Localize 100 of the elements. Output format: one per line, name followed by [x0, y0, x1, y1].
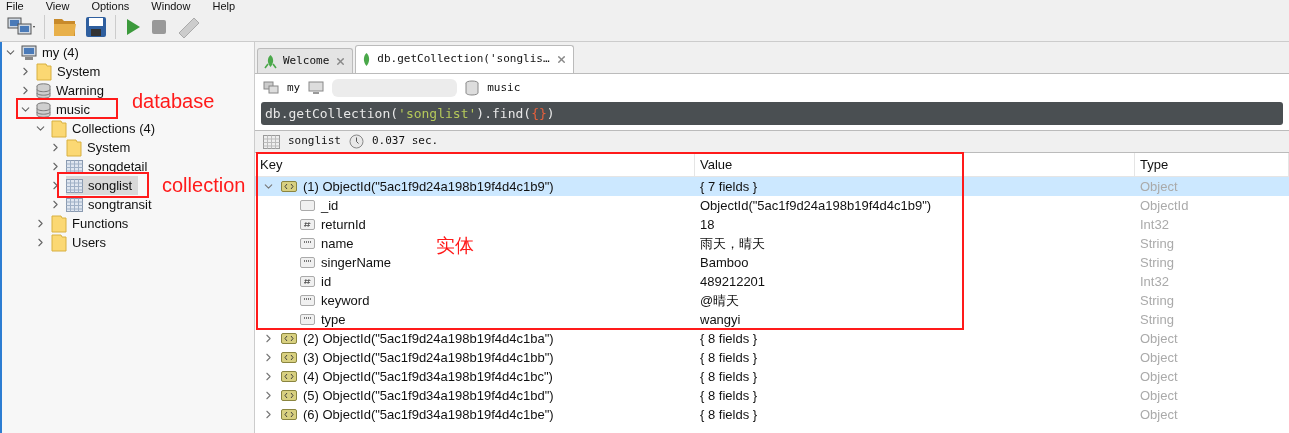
value-cell-text: wangyi — [699, 310, 742, 329]
tree-item[interactable]: music — [36, 100, 96, 119]
folder-icon — [51, 119, 67, 138]
play-icon[interactable] — [124, 16, 142, 37]
leaf-icon — [362, 52, 372, 67]
value-cell-text: 雨天，晴天 — [699, 234, 766, 253]
type-cell-text: Object — [1139, 348, 1179, 367]
menu-item[interactable]: Help — [212, 0, 236, 12]
key-cell-text: (2) ObjectId("5ac1f9d24a198b19f4d4c1ba") — [303, 329, 554, 348]
key-cell-text: (1) ObjectId("5ac1f9d24a198b19f4d4c1b9") — [303, 177, 554, 196]
key-cell-text: id — [321, 272, 332, 291]
value-cell-text: ObjectId("5ac1f9d24a198b19f4d4c1b9") — [699, 196, 933, 215]
annotation-label: collection — [162, 175, 246, 195]
quotes-field-icon — [300, 257, 315, 268]
value-cell-text: { 8 fields } — [699, 367, 759, 386]
value-cell-text: { 8 fields } — [699, 405, 759, 424]
key-cell-text: (4) ObjectId("5ac1f9d34a198b19f4d4c1bc") — [303, 367, 553, 386]
close-icon[interactable] — [555, 54, 567, 65]
key-cell-text: keyword — [321, 291, 370, 310]
document-row[interactable]: (3) ObjectId("5ac1f9d24a198b19f4d4c1bb") { 8 fields } Object — [255, 348, 1289, 367]
tree-item[interactable]: songlist — [66, 176, 139, 195]
folder-icon — [51, 214, 67, 233]
rocket-leaf-icon — [264, 53, 277, 69]
table-icon — [66, 178, 83, 193]
key-cell-text: singerName — [321, 253, 392, 272]
hash-field-icon — [300, 219, 315, 230]
tab[interactable]: db.getCollection('songlis… — [355, 45, 574, 73]
menu-item[interactable]: View — [45, 0, 70, 12]
key-cell-text: returnId — [321, 215, 366, 234]
tree-item[interactable]: System — [36, 62, 107, 81]
type-cell-text: ObjectId — [1139, 196, 1190, 215]
tab[interactable]: Welcome — [257, 48, 354, 73]
type-cell-text: Object — [1139, 177, 1179, 196]
key-cell-text: (3) ObjectId("5ac1f9d24a198b19f4d4c1bb") — [303, 348, 554, 367]
type-cell-text: String — [1139, 291, 1175, 310]
collection-name: songlist — [288, 133, 341, 150]
folder-icon — [66, 138, 82, 157]
server-label: my — [287, 79, 301, 96]
document-row[interactable]: (6) ObjectId("5ac1f9d34a198b19f4d4c1be") { 8 fields } Object — [255, 405, 1289, 424]
document-row[interactable]: (1) ObjectId("5ac1f9d24a198b19f4d4c1b9") { 7 fields } Object — [255, 177, 1289, 196]
braces-document-icon — [281, 181, 297, 192]
menu-item[interactable]: Options — [91, 0, 130, 12]
database-label: music — [487, 79, 521, 96]
tree-item[interactable]: Users — [51, 233, 112, 252]
tree-item[interactable]: songtransit — [66, 195, 158, 214]
value-cell-text: Bamboo — [699, 253, 750, 272]
type-cell-text: Int32 — [1139, 272, 1170, 291]
close-icon[interactable] — [335, 55, 347, 67]
monitor-icon — [308, 81, 325, 95]
braces-document-icon — [281, 409, 297, 420]
folder-icon — [36, 62, 52, 81]
type-cell-text: String — [1139, 234, 1175, 253]
table-icon — [66, 197, 83, 212]
tree-item[interactable]: my (4) — [21, 43, 85, 62]
braces-document-icon — [281, 371, 297, 382]
tree-item[interactable]: System — [66, 138, 137, 157]
quotes-field-icon — [300, 314, 315, 325]
floppy-disk-save-icon[interactable] — [85, 15, 107, 38]
key-cell-text: name — [321, 234, 354, 253]
query-token: {} — [531, 104, 547, 123]
type-cell-text: String — [1139, 253, 1175, 272]
value-cell-text: { 7 fields } — [699, 177, 759, 196]
query-token: ).find( — [476, 104, 532, 123]
query-token: ) — [546, 104, 555, 123]
column-header[interactable]: Type — [1135, 153, 1289, 176]
document-row[interactable]: (4) ObjectId("5ac1f9d34a198b19f4d4c1bc") { 8 fields } Object — [255, 367, 1289, 386]
braces-document-icon — [281, 390, 297, 401]
hash-field-icon — [300, 276, 315, 287]
computer-icon — [21, 44, 37, 61]
computers-icon — [263, 81, 279, 95]
database-icon — [36, 101, 51, 118]
menu-item[interactable]: Window — [151, 0, 191, 12]
query-time: 0.037 sec. — [372, 133, 439, 150]
query-editor[interactable]: db.getCollection('songlist').find({}) — [261, 102, 1283, 125]
stop-icon[interactable] — [150, 17, 168, 36]
value-cell-text: { 8 fields } — [699, 386, 759, 405]
document-row[interactable]: (2) ObjectId("5ac1f9d24a198b19f4d4c1ba") { 8 fields } Object — [255, 329, 1289, 348]
annotation-label: database — [132, 91, 215, 111]
database-icon — [36, 82, 51, 99]
type-cell-text: Object — [1139, 367, 1179, 386]
document-row[interactable]: (5) ObjectId("5ac1f9d34a198b19f4d4c1bd") { 8 fields } Object — [255, 386, 1289, 405]
key-cell-text: (6) ObjectId("5ac1f9d34a198b19f4d4c1be") — [303, 405, 554, 424]
blank-field-icon — [300, 200, 315, 211]
value-cell-text: { 8 fields } — [699, 329, 759, 348]
database-icon — [465, 80, 480, 96]
braces-document-icon — [281, 352, 297, 363]
tree-item[interactable]: Warning — [36, 81, 110, 100]
value-cell-text: 18 — [699, 215, 716, 234]
type-cell-text: Object — [1139, 329, 1179, 348]
folder-icon — [51, 233, 67, 252]
type-cell-text: Int32 — [1139, 215, 1170, 234]
clock-icon — [349, 134, 364, 149]
braces-document-icon — [281, 333, 297, 344]
tree-item[interactable]: Collections (4) — [51, 119, 162, 138]
tree-item[interactable]: Functions — [51, 214, 135, 233]
value-cell-text: 489212201 — [699, 272, 767, 291]
type-cell-text: Object — [1139, 405, 1179, 424]
key-cell-text: type — [321, 310, 346, 329]
menu-item[interactable]: File — [6, 0, 24, 12]
type-cell-text: String — [1139, 310, 1175, 329]
